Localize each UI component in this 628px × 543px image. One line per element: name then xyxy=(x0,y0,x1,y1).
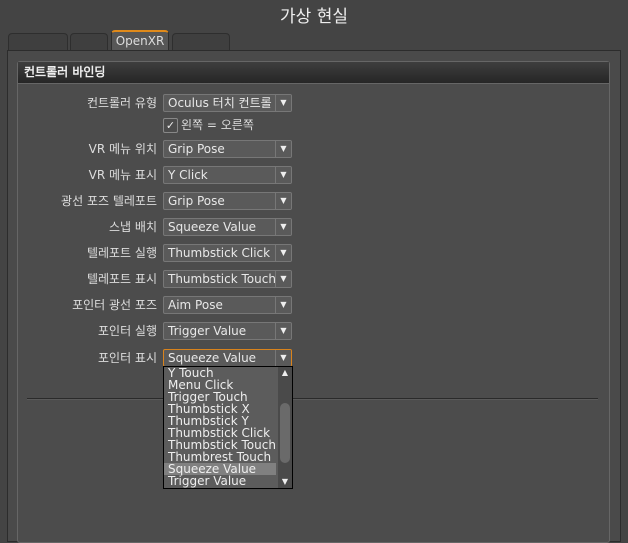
binding-select[interactable]: Thumbstick Click ▼ xyxy=(163,244,292,262)
scroll-down-icon[interactable]: ▼ xyxy=(278,476,292,488)
binding-label: 광선 포즈 텔레포트 xyxy=(61,194,157,208)
scroll-thumb[interactable] xyxy=(280,403,290,463)
tab-2[interactable] xyxy=(70,33,108,50)
scroll-up-icon[interactable]: ▲ xyxy=(278,367,292,379)
chevron-down-icon[interactable]: ▼ xyxy=(275,193,291,209)
binding-label: VR 메뉴 위치 xyxy=(88,142,157,156)
chevron-down-icon[interactable]: ▼ xyxy=(275,95,291,111)
binding-label: 포인터 광선 포즈 xyxy=(72,298,157,312)
chevron-down-icon[interactable]: ▼ xyxy=(275,141,291,157)
group-title: 컨트롤러 바인딩 xyxy=(18,62,609,84)
divider xyxy=(27,398,598,400)
scrollbar[interactable]: ▲ ▼ xyxy=(278,367,292,488)
binding-label: 포인터 실행 xyxy=(97,324,157,338)
dropdown-option[interactable]: Trigger Value xyxy=(164,475,276,487)
chevron-down-icon[interactable]: ▼ xyxy=(275,219,291,235)
binding-label: VR 메뉴 표시 xyxy=(88,168,157,182)
binding-select[interactable]: Thumbstick Touch ▼ xyxy=(163,270,292,288)
binding-label: 텔레포트 표시 xyxy=(86,272,157,286)
chevron-down-icon[interactable]: ▼ xyxy=(275,271,291,287)
selected-value: Thumbstick Touch xyxy=(168,272,276,286)
binding-select[interactable]: Aim Pose ▼ xyxy=(163,296,292,314)
chevron-down-icon[interactable]: ▼ xyxy=(275,350,291,366)
selected-value: Squeeze Value xyxy=(168,351,257,365)
selected-value: Squeeze Value xyxy=(168,220,257,234)
selected-value: Trigger Value xyxy=(168,324,247,338)
controller-type-select[interactable]: Oculus 터치 컨트롤 ▼ xyxy=(163,94,292,112)
binding-select[interactable]: Trigger Value ▼ xyxy=(163,322,292,340)
window-title: 가상 현실 xyxy=(280,7,348,27)
mirror-checkbox[interactable]: ✓ xyxy=(163,118,178,133)
binding-select[interactable]: Grip Pose ▼ xyxy=(163,140,292,158)
tab-1[interactable] xyxy=(8,33,68,50)
binding-select[interactable]: Squeeze Value ▼ xyxy=(163,349,292,367)
chevron-down-icon[interactable]: ▼ xyxy=(275,323,291,339)
selected-value: Grip Pose xyxy=(168,194,225,208)
controller-type-label: 컨트롤러 유형 xyxy=(86,96,157,110)
tab-openxr[interactable]: OpenXR xyxy=(111,30,169,51)
selected-value: Oculus 터치 컨트롤 xyxy=(168,96,272,110)
selected-value: Y Click xyxy=(168,168,208,182)
selected-value: Aim Pose xyxy=(168,298,223,312)
binding-label: 텔레포트 실행 xyxy=(86,246,157,260)
dropdown-list[interactable]: Y Touch Menu Click Trigger Touch Thumbstick… xyxy=(163,366,293,489)
tab-4[interactable] xyxy=(172,33,230,50)
mirror-label: 왼쪽 = 오른쪽 xyxy=(181,118,254,132)
chevron-down-icon[interactable]: ▼ xyxy=(275,167,291,183)
selected-value: Thumbstick Click xyxy=(168,246,271,260)
binding-select[interactable]: Squeeze Value ▼ xyxy=(163,218,292,236)
binding-select[interactable]: Y Click ▼ xyxy=(163,166,292,184)
binding-label: 스냅 배치 xyxy=(109,220,157,234)
binding-select[interactable]: Grip Pose ▼ xyxy=(163,192,292,210)
chevron-down-icon[interactable]: ▼ xyxy=(275,245,291,261)
binding-label: 포인터 표시 xyxy=(97,351,157,365)
chevron-down-icon[interactable]: ▼ xyxy=(275,297,291,313)
selected-value: Grip Pose xyxy=(168,142,225,156)
